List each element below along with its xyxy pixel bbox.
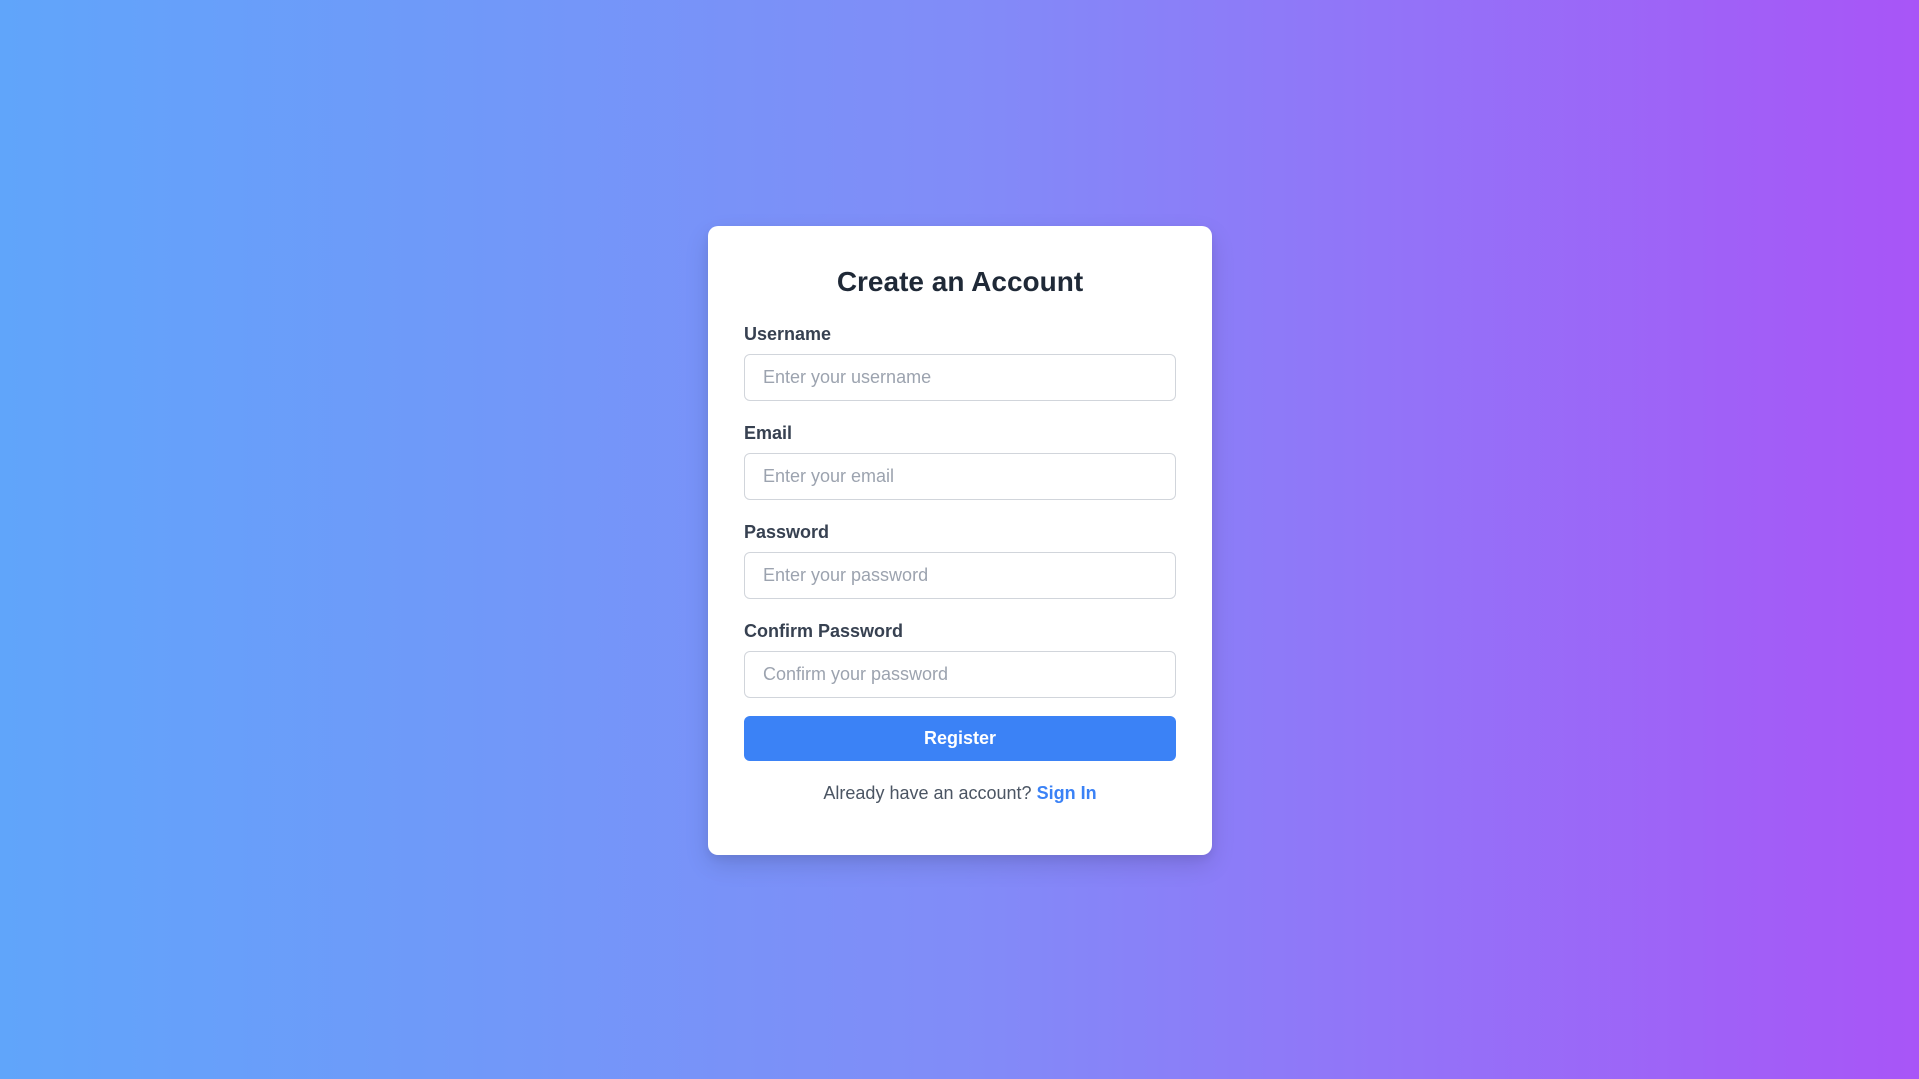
confirm-password-field-group: Confirm Password [744,619,1176,698]
username-label: Username [744,324,832,344]
email-label: Email [744,423,793,443]
page-background: { "form": { "title": "Create an Account"… [0,0,1919,1079]
password-field-group: Password [744,520,1176,599]
password-label: Password [744,522,830,542]
username-input[interactable] [744,354,1176,401]
page-title: Create an Account [836,266,1084,297]
username-field-group: Username [744,322,1176,401]
register-form: Username Email Password Confirm Password… [744,322,1176,761]
confirm-password-label: Confirm Password [744,621,904,641]
register-button[interactable]: Register [744,716,1176,761]
confirm-password-input[interactable] [744,651,1176,698]
email-field-group: Email [744,421,1176,500]
email-input[interactable] [744,453,1176,500]
signin-prompt-text: Already have an account? [823,783,1032,803]
register-card: Create an Account Username Email Passwor… [708,226,1212,855]
signin-link[interactable]: Sign In [1037,783,1097,803]
password-input[interactable] [744,552,1176,599]
signin-prompt: Already have an account? Sign In [744,783,1176,804]
